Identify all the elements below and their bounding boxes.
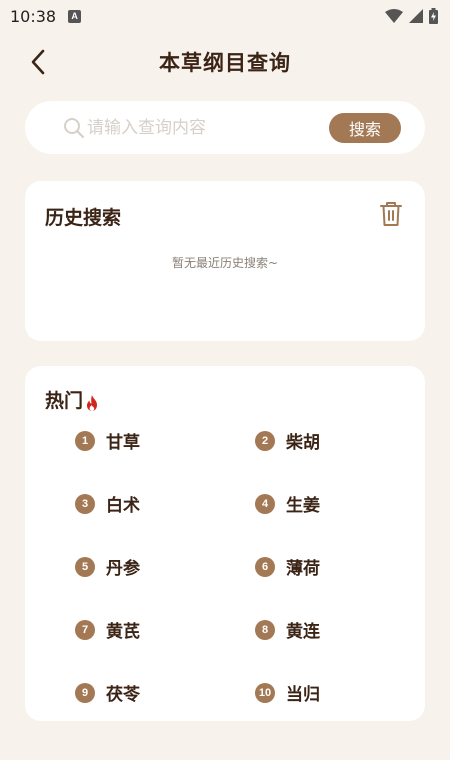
herb-name: 当归	[286, 685, 320, 705]
herb-name: 生姜	[286, 496, 320, 516]
herb-name: 丹参	[106, 559, 140, 579]
battery-icon	[429, 8, 438, 24]
search-icon	[64, 117, 85, 138]
notification-icon: A	[68, 9, 82, 23]
herb-name: 白术	[106, 496, 140, 516]
rank-badge: 7	[75, 619, 95, 640]
search-input[interactable]	[87, 117, 329, 138]
herb-name: 薄荷	[286, 559, 320, 579]
herb-name: 黄连	[286, 622, 320, 642]
hot-item[interactable]: 6 薄荷	[255, 554, 320, 579]
back-arrow-icon	[31, 49, 45, 75]
hot-title: 热门	[45, 390, 84, 412]
hot-item[interactable]: 2 柴胡	[255, 428, 320, 453]
rank-badge: 8	[255, 619, 275, 640]
rank-badge: 2	[255, 430, 275, 451]
rank-badge: 10	[255, 682, 275, 703]
hot-item[interactable]: 8 黄连	[255, 617, 320, 642]
hot-item[interactable]: 10 当归	[255, 680, 320, 705]
page-title: 本草纲目查询	[159, 51, 291, 75]
rank-badge: 4	[255, 493, 275, 514]
herb-name: 茯苓	[106, 685, 140, 705]
status-bar: 10:38 A	[0, 0, 450, 32]
trash-icon	[380, 202, 402, 226]
rank-badge: 1	[75, 430, 95, 451]
fire-icon	[87, 394, 98, 411]
hot-title-row: 热门	[45, 386, 99, 413]
hot-item[interactable]: 5 丹参	[75, 554, 140, 579]
herb-name: 黄芪	[106, 622, 140, 642]
history-empty-text: 暂无最近历史搜索~	[171, 256, 279, 270]
history-card: 历史搜索 暂无最近历史搜索~	[25, 181, 425, 341]
rank-badge: 5	[75, 556, 95, 577]
hot-item[interactable]: 9 茯苓	[75, 680, 140, 705]
wifi-icon	[385, 9, 403, 23]
history-title: 历史搜索	[45, 207, 122, 229]
rank-badge: 6	[255, 556, 275, 577]
hot-item[interactable]: 4 生姜	[255, 491, 320, 516]
rank-badge: 3	[75, 493, 95, 514]
signal-icon	[409, 9, 423, 23]
rank-badge: 9	[75, 682, 95, 703]
back-button[interactable]	[24, 48, 52, 76]
clear-history-button[interactable]	[379, 201, 403, 227]
search-button[interactable]: 搜索	[329, 112, 401, 143]
search-bar: 搜索	[25, 101, 425, 154]
status-time: 10:38	[10, 6, 57, 26]
title-bar: 本草纲目查询	[0, 36, 450, 88]
herb-name: 柴胡	[286, 433, 320, 453]
hot-item[interactable]: 7 黄芪	[75, 617, 140, 642]
hot-item[interactable]: 1 甘草	[75, 428, 140, 453]
hot-item[interactable]: 3 白术	[75, 491, 140, 516]
herb-name: 甘草	[106, 433, 140, 453]
hot-card: 热门 1 甘草 2 柴胡 3 白术 4 生姜 5 丹参 6 薄荷 7 黄芪 8 …	[25, 366, 425, 721]
